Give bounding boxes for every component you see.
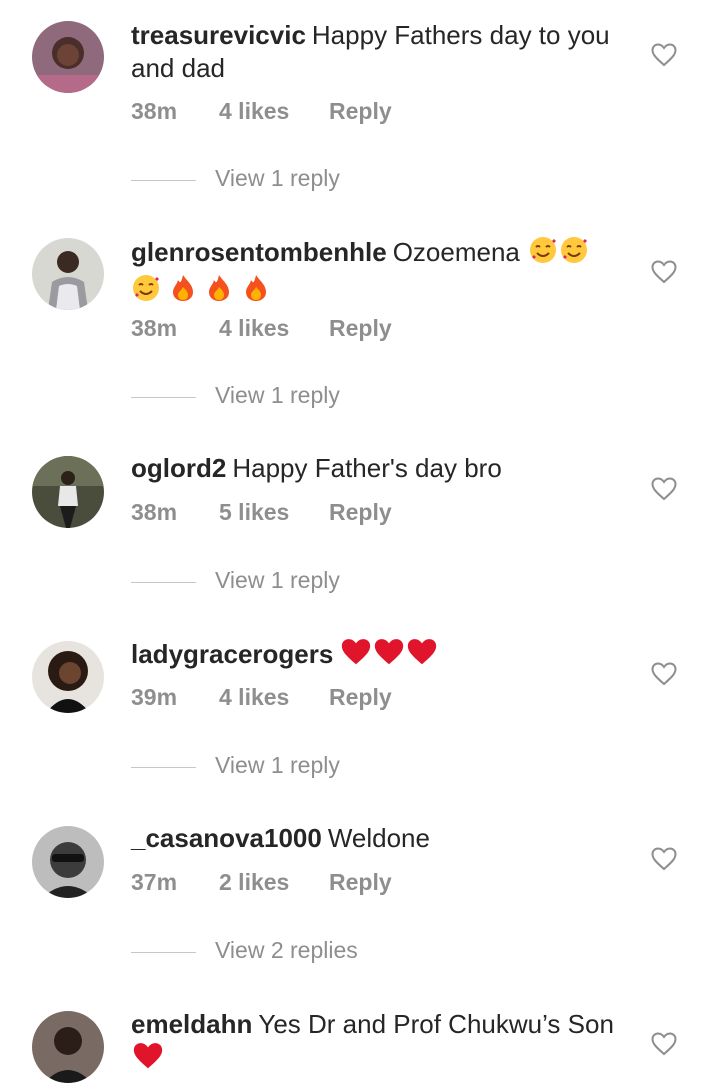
- red-heart-icon: [132, 1041, 164, 1079]
- like-heart-icon[interactable]: [651, 477, 677, 501]
- smiling-face-with-hearts-icon: [559, 235, 589, 273]
- red-heart-icon: [406, 637, 438, 675]
- comment-likes[interactable]: 5 likes: [219, 499, 329, 526]
- avatar[interactable]: [32, 1011, 104, 1083]
- comment-username[interactable]: ladygracerogers: [131, 639, 333, 669]
- comment-text: oglord2 Happy Father's day bro: [131, 452, 631, 485]
- avatar[interactable]: [32, 21, 104, 93]
- view-replies-label[interactable]: View 2 replies: [215, 937, 358, 964]
- like-heart-icon[interactable]: [651, 662, 677, 686]
- comment-text: ladygracerogers: [131, 637, 631, 675]
- reply-button[interactable]: Reply: [329, 315, 392, 342]
- comment-body: Weldone: [327, 823, 430, 853]
- comment-likes[interactable]: 4 likes: [219, 684, 329, 711]
- comment-likes[interactable]: 2 likes: [219, 869, 329, 896]
- comment-text: glenrosentombenhle Ozoemena: [131, 235, 631, 311]
- comment-meta: 38m 5 likes Reply: [131, 499, 392, 526]
- reply-button[interactable]: Reply: [329, 98, 392, 125]
- like-heart-icon[interactable]: [651, 847, 677, 871]
- view-replies-label[interactable]: View 1 reply: [215, 165, 340, 192]
- comment-body: Yes Dr and Prof Chukwu’s Son: [258, 1009, 614, 1039]
- comment-meta: 39m 4 likes Reply: [131, 684, 392, 711]
- smiling-face-with-hearts-icon: [131, 273, 161, 311]
- fire-icon: [242, 273, 270, 311]
- comment-text: emeldahn Yes Dr and Prof Chukwu’s Son: [131, 1008, 631, 1079]
- comment-time: 39m: [131, 684, 178, 710]
- comment-likes[interactable]: 4 likes: [219, 98, 329, 125]
- comment-time: 38m: [131, 315, 178, 341]
- view-replies-label[interactable]: View 1 reply: [215, 382, 340, 409]
- like-heart-icon[interactable]: [651, 1032, 677, 1056]
- view-replies-divider: [131, 180, 196, 181]
- comment-meta: 38m 4 likes Reply: [131, 98, 392, 125]
- comment-likes[interactable]: 4 likes: [219, 315, 329, 342]
- avatar[interactable]: [32, 238, 104, 310]
- view-replies-divider: [131, 767, 196, 768]
- fire-icon: [169, 273, 197, 311]
- view-replies-divider: [131, 582, 196, 583]
- comment-meta: 38m 4 likes Reply: [131, 315, 392, 342]
- comment-body: Ozoemena: [392, 237, 520, 267]
- like-heart-icon[interactable]: [651, 260, 677, 284]
- comment-body: Happy Father's day bro: [232, 453, 502, 483]
- red-heart-icon: [373, 637, 405, 675]
- comment-text: _casanova1000 Weldone: [131, 822, 631, 855]
- comment-username[interactable]: emeldahn: [131, 1009, 252, 1039]
- avatar[interactable]: [32, 456, 104, 528]
- avatar[interactable]: [32, 641, 104, 713]
- comment-username[interactable]: _casanova1000: [131, 823, 322, 853]
- red-heart-icon: [340, 637, 372, 675]
- fire-icon: [205, 273, 233, 311]
- comment-time: 38m: [131, 499, 178, 525]
- comment-text: treasurevicvic Happy Fathers day to you a…: [131, 19, 631, 85]
- comment-meta: 37m 2 likes Reply: [131, 869, 392, 896]
- smiling-face-with-hearts-icon: [528, 235, 558, 273]
- view-replies-divider: [131, 952, 196, 953]
- like-heart-icon[interactable]: [651, 43, 677, 67]
- comment-username[interactable]: oglord2: [131, 453, 226, 483]
- view-replies-label[interactable]: View 1 reply: [215, 567, 340, 594]
- view-replies-divider: [131, 397, 196, 398]
- avatar[interactable]: [32, 826, 104, 898]
- view-replies-label[interactable]: View 1 reply: [215, 752, 340, 779]
- comment-time: 37m: [131, 869, 178, 895]
- comment-username[interactable]: glenrosentombenhle: [131, 237, 387, 267]
- comment-time: 38m: [131, 98, 178, 124]
- reply-button[interactable]: Reply: [329, 869, 392, 896]
- comment-username[interactable]: treasurevicvic: [131, 20, 306, 50]
- reply-button[interactable]: Reply: [329, 684, 392, 711]
- reply-button[interactable]: Reply: [329, 499, 392, 526]
